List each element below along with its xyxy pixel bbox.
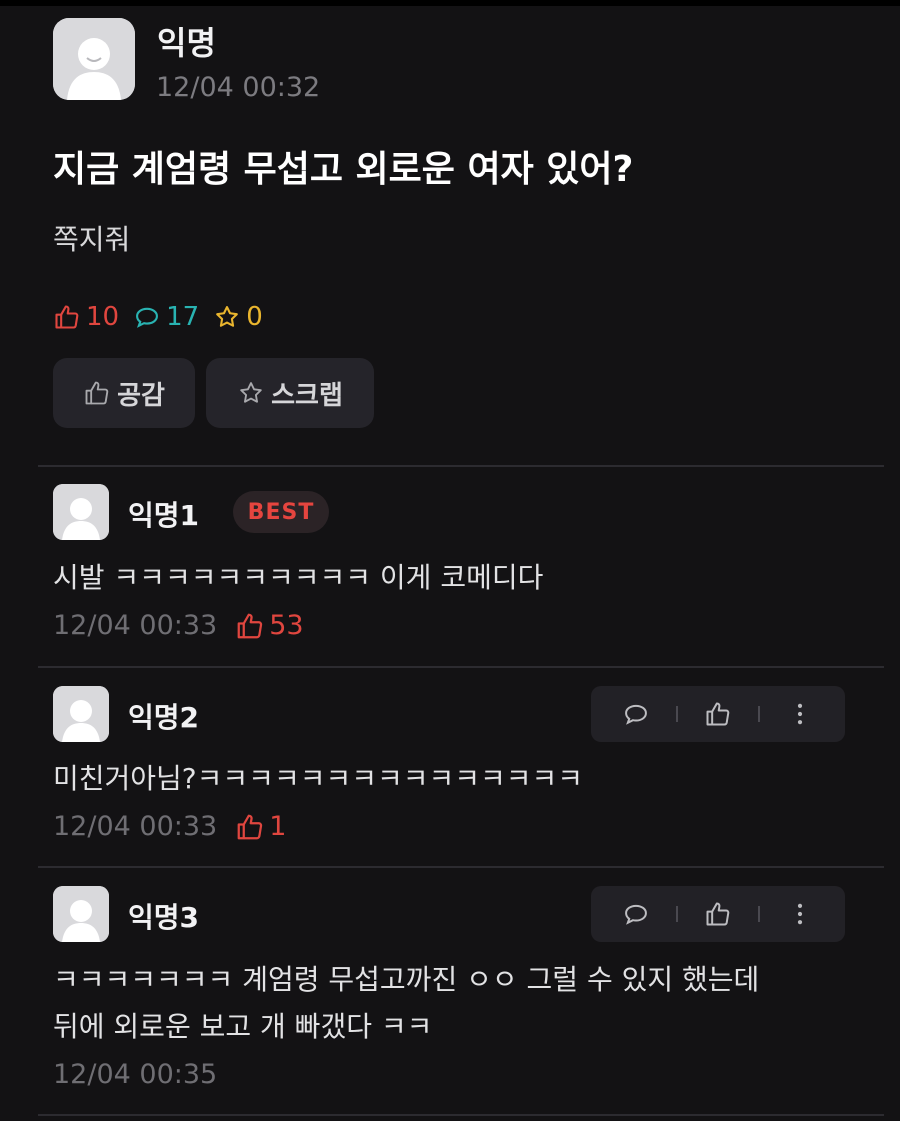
comment-like-count: 53 <box>235 610 304 641</box>
speech-bubble-icon <box>136 307 159 328</box>
separator <box>757 906 760 922</box>
post-stats: 10 17 0 <box>53 302 277 332</box>
comment-text: 시발 ㅋㅋㅋㅋㅋㅋㅋㅋㅋㅋ 이게 코메디다 <box>53 561 544 594</box>
post-body: 쪽지줘 <box>53 223 131 256</box>
thumbs-up-icon <box>237 613 263 638</box>
comment-action-bar <box>591 886 845 942</box>
comment-author: 익명3 <box>128 901 200 934</box>
best-badge: BEST <box>233 491 329 533</box>
more-vertical-icon <box>797 703 802 725</box>
comment-like-value: 53 <box>269 610 304 641</box>
star-icon <box>240 382 262 403</box>
thumbs-up-icon <box>55 305 79 329</box>
comment-like-value: 1 <box>269 811 287 842</box>
post-author-avatar <box>53 18 135 100</box>
separator <box>676 706 679 722</box>
post-author-name: 익명 <box>157 24 216 62</box>
top-edge-bar <box>0 0 900 6</box>
comment-meta: 12/04 00:33 53 <box>53 610 304 641</box>
avatar-icon <box>53 484 109 540</box>
divider <box>38 465 884 467</box>
separator <box>676 906 679 922</box>
post-timestamp: 12/04 00:32 <box>156 72 321 103</box>
thumbs-up-icon <box>706 702 730 726</box>
comment-action-bar <box>591 686 845 742</box>
speech-bubble-icon <box>625 904 648 925</box>
thumbs-up-icon <box>85 381 109 405</box>
comment-timestamp: 12/04 00:33 <box>53 610 218 641</box>
like-button[interactable] <box>703 699 733 729</box>
comment-text: 미친거아님?ㅋㅋㅋㅋㅋㅋㅋㅋㅋㅋㅋㅋㅋㅋㅋ <box>53 762 584 795</box>
empathy-button-label: 공감 <box>117 380 165 411</box>
more-button[interactable] <box>785 899 815 929</box>
separator <box>757 706 760 722</box>
divider <box>38 866 884 868</box>
empathy-button[interactable]: 공감 <box>53 358 195 428</box>
avatar-icon <box>53 18 135 100</box>
comment-avatar <box>53 686 109 742</box>
comment-text-line-2: 뒤에 외로운 보고 개 빠갰다 ㅋㅋ <box>53 1010 433 1043</box>
thumbs-up-icon <box>706 902 730 926</box>
scrap-button[interactable]: 스크랩 <box>206 358 374 428</box>
post-title: 지금 계엄령 무섭고 외로운 여자 있어? <box>53 149 634 190</box>
scrap-count-value: 0 <box>246 302 263 332</box>
like-count-value: 10 <box>86 302 120 332</box>
divider <box>38 1114 884 1116</box>
like-button[interactable] <box>703 899 733 929</box>
comment-avatar <box>53 886 109 942</box>
reply-button[interactable] <box>621 699 651 729</box>
comment-meta: 12/04 00:35 <box>53 1059 235 1090</box>
comment-avatar <box>53 484 109 540</box>
comment-meta: 12/04 00:33 1 <box>53 811 286 842</box>
reply-button[interactable] <box>621 899 651 929</box>
avatar-icon <box>53 686 109 742</box>
post-like-count: 10 <box>53 302 119 332</box>
post-comment-count: 17 <box>133 302 199 332</box>
thumbs-up-icon <box>237 814 263 839</box>
divider <box>38 666 884 668</box>
comment-timestamp: 12/04 00:33 <box>53 811 218 842</box>
comment-author: 익명2 <box>128 701 200 734</box>
scrap-button-label: 스크랩 <box>271 380 343 411</box>
comment-count-value: 17 <box>166 302 200 332</box>
star-icon <box>216 306 239 327</box>
comment-like-count: 1 <box>235 811 286 842</box>
more-vertical-icon <box>797 903 802 925</box>
comment-text-line-1: ㅋㅋㅋㅋㅋㅋㅋ 계엄령 무섭고까진 ㅇㅇ 그럴 수 있지 했는데 <box>53 963 760 996</box>
post-scrap-count: 0 <box>213 302 263 332</box>
comment-timestamp: 12/04 00:35 <box>53 1059 218 1090</box>
avatar-icon <box>53 886 109 942</box>
comment-author: 익명1 <box>128 499 200 532</box>
speech-bubble-icon <box>625 704 648 725</box>
more-button[interactable] <box>785 699 815 729</box>
